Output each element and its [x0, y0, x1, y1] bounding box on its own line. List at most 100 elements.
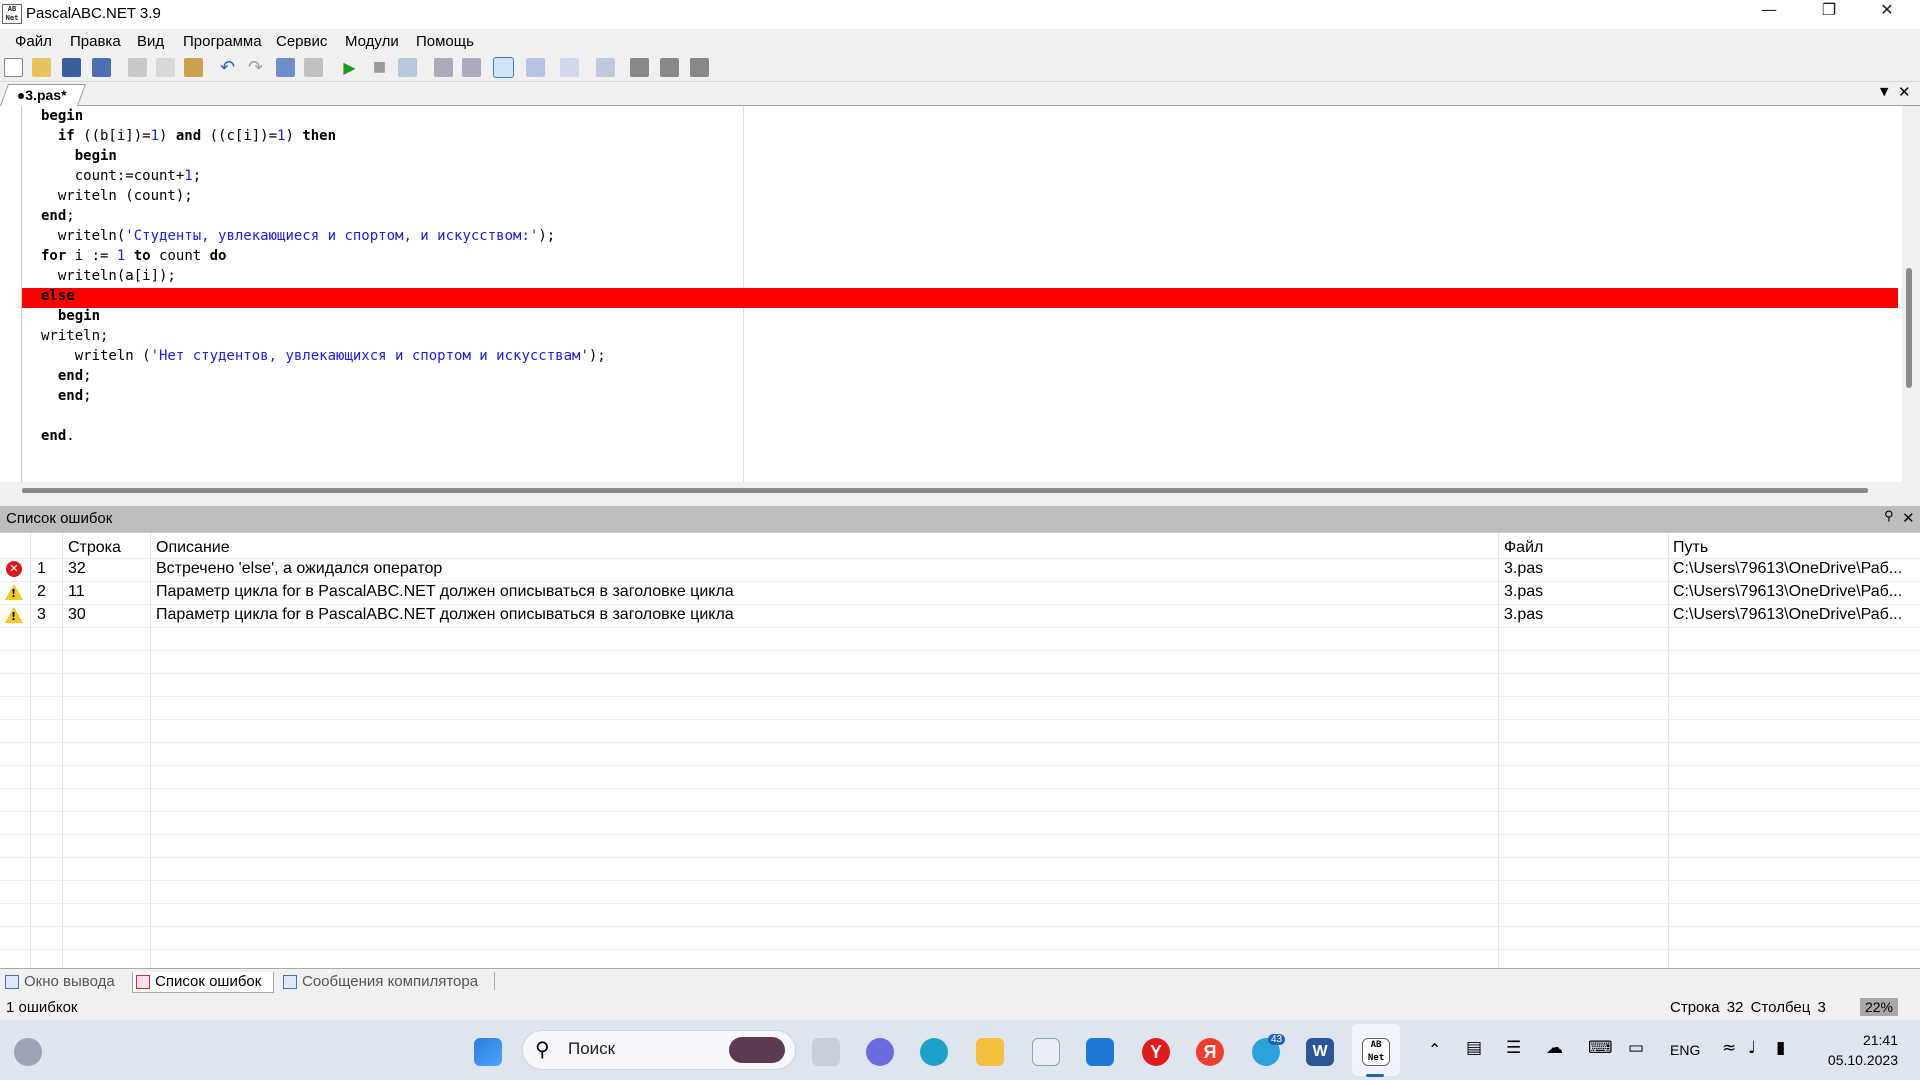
language-indicator[interactable]: ENG [1670, 1042, 1700, 1058]
menu-modules[interactable]: Модули [345, 33, 399, 50]
keyword: else [41, 288, 75, 304]
row-path[interactable]: C:\Users\79613\OneDrive\Раб... [1673, 560, 1902, 578]
tab-list-icon[interactable]: ▼ [1880, 85, 1888, 98]
keyword: begin [57, 308, 101, 324]
save-icon[interactable] [62, 58, 81, 77]
keyword: begin [41, 108, 84, 124]
new-file-icon[interactable] [4, 58, 23, 77]
close-tab-icon[interactable]: ✕ [1898, 83, 1911, 101]
output-window-icon[interactable] [493, 57, 514, 78]
col-header-description[interactable]: Описание [156, 539, 230, 557]
restore-button[interactable]: ❐ [1800, 0, 1858, 29]
explorer-icon[interactable] [976, 1038, 1004, 1066]
store-icon[interactable] [1032, 1038, 1060, 1066]
menu-service[interactable]: Сервис [276, 33, 327, 50]
tray-settings-icon[interactable]: ☰ [1506, 1038, 1521, 1058]
paste-icon[interactable] [184, 58, 203, 77]
save-all-icon[interactable] [92, 58, 111, 77]
row-line[interactable]: 11 [68, 583, 85, 601]
menu-bar: Файл Правка Вид Программа Сервис Модули … [0, 29, 1920, 54]
navigate-icon[interactable] [560, 58, 579, 77]
volume-icon[interactable]: ♩ [1748, 1038, 1756, 1058]
close-button[interactable]: ✕ [1858, 0, 1916, 29]
telegram-badge: 43 [1268, 1034, 1286, 1045]
run-icon[interactable]: ▶ [340, 58, 359, 77]
menu-file[interactable]: Файл [15, 33, 52, 50]
format2-icon[interactable] [304, 58, 323, 77]
menu-program[interactable]: Программа [183, 33, 262, 50]
wifi-icon[interactable]: ≈ [1722, 1038, 1736, 1058]
copy-icon[interactable] [156, 58, 175, 77]
code-template-icon[interactable] [596, 58, 615, 77]
class-icon[interactable] [660, 58, 679, 77]
row-number[interactable]: 2 [37, 583, 46, 601]
col-header-line[interactable]: Строка [68, 539, 121, 557]
row-description[interactable]: Параметр цикла for в PascalABC.NET долже… [156, 606, 734, 624]
word-icon[interactable]: W [1306, 1038, 1334, 1066]
debug-icon[interactable] [526, 58, 545, 77]
row-path[interactable]: C:\Users\79613\OneDrive\Раб... [1673, 606, 1902, 624]
reference-icon[interactable] [690, 58, 709, 77]
code-token: ) [285, 128, 303, 144]
row-line[interactable]: 30 [68, 606, 86, 624]
form-designer-icon[interactable] [630, 58, 649, 77]
row-path[interactable]: C:\Users\79613\OneDrive\Раб... [1673, 583, 1902, 601]
keyword: if [57, 128, 75, 144]
code-line: end. [41, 428, 75, 448]
teams-icon[interactable] [866, 1038, 894, 1066]
row-number[interactable]: 1 [37, 560, 46, 578]
step-over-icon[interactable] [462, 58, 481, 77]
row-description[interactable]: Параметр цикла for в PascalABC.NET долже… [156, 583, 734, 601]
col-header-path[interactable]: Путь [1673, 539, 1708, 557]
keyword: end [41, 208, 67, 224]
cut-icon[interactable] [128, 58, 147, 77]
edge-icon[interactable] [920, 1038, 948, 1066]
close-panel-icon[interactable]: ✕ [1902, 509, 1915, 527]
keyboard-icon[interactable]: ⌨ [1588, 1038, 1613, 1058]
mail-icon[interactable] [1086, 1038, 1114, 1066]
compile-icon[interactable] [398, 58, 417, 77]
vertical-scroll-thumb[interactable] [1906, 268, 1912, 388]
tab-error-list[interactable]: Список ошибок [132, 972, 274, 993]
row-number[interactable]: 3 [37, 606, 46, 624]
redo-icon[interactable]: ↷ [246, 58, 265, 77]
battery-icon[interactable]: ▮ [1776, 1038, 1785, 1058]
tray-chevron-icon[interactable]: ⌃ [1428, 1040, 1441, 1059]
keyword: then [302, 128, 337, 144]
tablet-icon[interactable]: ▭ [1628, 1038, 1644, 1058]
row-line[interactable]: 32 [68, 560, 86, 578]
code-editor[interactable]: begin if ((b[i])=1) and ((c[i])=1) then … [0, 106, 1920, 482]
open-folder-icon[interactable] [32, 58, 51, 77]
minimize-button[interactable]: — [1740, 0, 1798, 29]
start-icon[interactable] [474, 1038, 502, 1066]
col-header-file[interactable]: Файл [1504, 539, 1543, 557]
tab-compiler-messages[interactable]: Сообщения компилятора [280, 972, 478, 993]
menu-view[interactable]: Вид [137, 33, 164, 50]
step-into-icon[interactable] [434, 58, 453, 77]
yandex-browser-icon[interactable]: Y [1142, 1038, 1170, 1066]
pin-icon[interactable]: ⚲ [1884, 509, 1894, 524]
code-token: ) [159, 128, 176, 144]
code-token: ((b[i])= [74, 128, 151, 144]
onedrive-icon[interactable]: ☁ [1546, 1038, 1563, 1058]
taskbar-search[interactable]: ⚲ [522, 1030, 796, 1070]
stop-icon[interactable]: ■ [370, 58, 389, 77]
format-icon[interactable] [276, 58, 295, 77]
tray-clock[interactable]: 21:41 05.10.2023 [1820, 1030, 1898, 1070]
weather-icon[interactable] [14, 1038, 42, 1066]
tab-output-window[interactable]: Окно вывода [2, 972, 115, 993]
tray-app-icon[interactable]: ▤ [1466, 1038, 1482, 1058]
undo-icon[interactable]: ↶ [218, 58, 237, 77]
row-file[interactable]: 3.pas [1504, 583, 1543, 601]
task-view-icon[interactable] [812, 1038, 840, 1066]
code-line: begin [41, 148, 117, 168]
row-file[interactable]: 3.pas [1504, 560, 1543, 578]
horizontal-scroll-thumb[interactable] [22, 488, 1868, 493]
yandex-icon[interactable]: Я [1196, 1038, 1224, 1066]
row-description[interactable]: Встречено 'else', а ожидался оператор [156, 560, 442, 578]
tab-3pas[interactable]: ●3.pas* [0, 84, 86, 106]
row-file[interactable]: 3.pas [1504, 606, 1543, 624]
menu-edit[interactable]: Правка [70, 33, 121, 50]
menu-help[interactable]: Помощь [416, 33, 474, 50]
pascalabc-icon[interactable]: AB Net [1362, 1038, 1390, 1066]
